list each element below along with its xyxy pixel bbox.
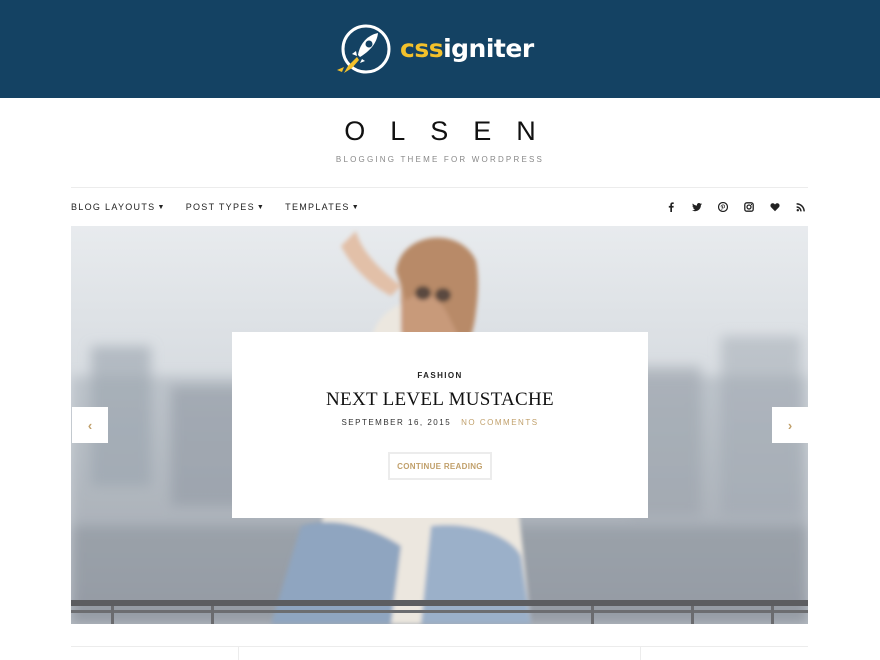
post-category[interactable]: FASHION <box>232 371 648 380</box>
chevron-left-icon: ‹ <box>87 417 93 433</box>
nav-item-blog-layouts[interactable]: BLOG LAYOUTS ▼ <box>71 202 166 212</box>
post-meta: SEPTEMBER 16, 2015 NO COMMENTS <box>232 418 648 427</box>
site-tagline: BLOGGING THEME FOR WORDPRESS <box>335 155 545 164</box>
nav-item-templates[interactable]: TEMPLATES ▼ <box>285 202 360 212</box>
chevron-down-icon: ▼ <box>256 203 266 211</box>
brand-bar: cssigniter <box>0 0 880 98</box>
slider-next-button[interactable]: › <box>772 407 808 443</box>
brand-logo-link[interactable]: cssigniter <box>330 21 534 77</box>
heart-icon[interactable] <box>768 200 782 214</box>
nav-item-label: BLOG LAYOUTS <box>71 202 156 212</box>
facebook-icon[interactable] <box>664 200 678 214</box>
chevron-down-icon: ▼ <box>351 203 360 211</box>
chevron-down-icon: ▼ <box>157 203 166 211</box>
brand-name-part1: css <box>400 33 444 63</box>
continue-reading-button[interactable]: CONTINUE READING <box>388 452 492 480</box>
social-links <box>652 200 808 214</box>
brand-name-part2: igniter <box>443 33 534 63</box>
pinterest-icon[interactable] <box>716 200 730 214</box>
post-comments-link[interactable]: NO COMMENTS <box>461 418 538 427</box>
brand-wordmark: cssigniter <box>400 34 534 63</box>
twitter-icon[interactable] <box>690 200 704 214</box>
nav-item-label: TEMPLATES <box>285 202 350 212</box>
column-divider <box>640 646 641 660</box>
slider-prev-button[interactable]: ‹ <box>72 407 108 443</box>
slide-card: FASHION NEXT LEVEL MUSTACHE SEPTEMBER 16… <box>232 332 648 518</box>
chevron-right-icon: › <box>787 417 793 433</box>
post-title[interactable]: NEXT LEVEL MUSTACHE <box>232 389 648 411</box>
nav-item-label: POST TYPES <box>185 202 255 212</box>
instagram-icon[interactable] <box>742 200 756 214</box>
rocket-icon <box>337 24 391 74</box>
rss-icon[interactable] <box>794 200 808 214</box>
divider <box>71 187 808 188</box>
site-title[interactable]: OLSEN <box>0 116 880 147</box>
main-nav: BLOG LAYOUTS ▼ POST TYPES ▼ TEMPLATES ▼ <box>71 199 380 215</box>
post-date: SEPTEMBER 16, 2015 <box>341 418 452 427</box>
divider <box>71 646 808 647</box>
column-divider <box>238 646 239 660</box>
nav-item-post-types[interactable]: POST TYPES ▼ <box>186 202 265 212</box>
